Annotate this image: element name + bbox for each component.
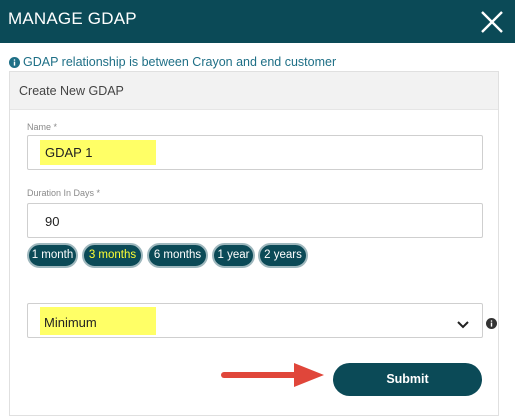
modal-header: MANAGE GDAP bbox=[0, 0, 515, 43]
duration-label: Duration In Days * bbox=[27, 188, 101, 198]
role-select[interactable]: Minimum bbox=[27, 303, 483, 338]
gdap-info-note: GDAP relationship is between Crayon and … bbox=[9, 55, 336, 69]
red-arrow-annotation bbox=[220, 360, 326, 395]
role-info-icon[interactable] bbox=[486, 316, 497, 334]
role-value: Minimum bbox=[44, 315, 97, 330]
duration-input[interactable]: 90 bbox=[27, 203, 483, 238]
close-icon[interactable] bbox=[478, 8, 506, 36]
chevron-down-icon[interactable] bbox=[457, 316, 469, 334]
card-title: Create New GDAP bbox=[19, 84, 124, 98]
preset-1-year[interactable]: 1 year bbox=[212, 243, 255, 268]
info-circle-icon bbox=[9, 57, 20, 71]
preset-1-month[interactable]: 1 month bbox=[27, 243, 78, 268]
modal-title: MANAGE GDAP bbox=[8, 9, 137, 28]
name-label: Name * bbox=[27, 122, 58, 132]
info-text: GDAP relationship is between Crayon and … bbox=[23, 55, 337, 69]
duration-value: 90 bbox=[45, 214, 60, 229]
submit-button[interactable]: Submit bbox=[333, 363, 482, 396]
preset-3-months[interactable]: 3 months bbox=[82, 243, 143, 268]
preset-2-years[interactable]: 2 years bbox=[258, 243, 308, 268]
preset-6-months[interactable]: 6 months bbox=[147, 243, 208, 268]
name-input[interactable]: GDAP 1 bbox=[27, 135, 483, 170]
card-header: Create New GDAP bbox=[10, 72, 498, 110]
name-value: GDAP 1 bbox=[45, 145, 93, 160]
